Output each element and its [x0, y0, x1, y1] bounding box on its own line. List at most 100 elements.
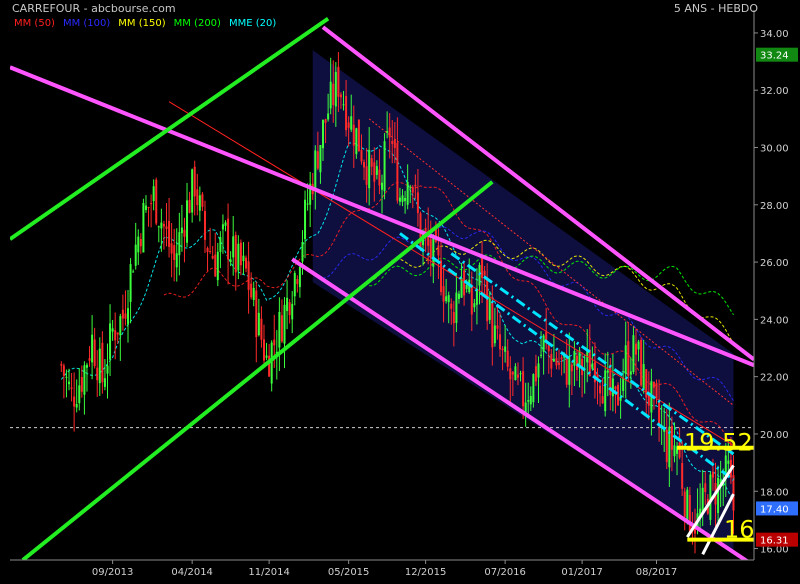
candle-body — [355, 128, 358, 155]
candle-body — [85, 364, 88, 368]
candle-body — [337, 66, 340, 97]
candle-body — [168, 220, 171, 247]
candle-body — [363, 161, 366, 168]
candle-body — [642, 364, 645, 390]
candle-body — [80, 377, 83, 392]
candle-body — [529, 395, 532, 405]
candle-body — [717, 477, 720, 514]
candle-body — [457, 293, 460, 300]
candle-body — [119, 316, 122, 336]
candle-body — [547, 345, 550, 352]
candle-body — [324, 119, 327, 123]
candle-body — [673, 445, 676, 457]
candle-body — [483, 270, 486, 276]
candle-body — [101, 342, 104, 383]
candle-body — [191, 169, 194, 213]
y-tick-label: 28.00 — [760, 201, 789, 212]
candle-body — [709, 474, 712, 520]
candle-body — [152, 186, 155, 202]
candle-body — [188, 199, 191, 213]
candle-body — [350, 116, 353, 130]
candle-body — [88, 358, 91, 361]
candle-body — [404, 197, 407, 202]
candle-body — [499, 334, 502, 350]
candle-body — [414, 184, 417, 187]
candle-body — [440, 260, 443, 293]
candle-body — [540, 354, 543, 356]
candle-body — [658, 402, 661, 424]
candle-body — [306, 203, 309, 205]
candle-body — [727, 460, 730, 464]
candle-body — [247, 261, 250, 290]
price-badge-label: 33.24 — [760, 51, 789, 62]
candle-body — [111, 328, 114, 332]
candle-body — [509, 368, 512, 380]
candle-body — [688, 494, 691, 532]
candle-body — [396, 142, 399, 201]
candle-body — [665, 429, 668, 463]
candle-body — [368, 149, 371, 189]
candle-body — [516, 374, 519, 378]
candle-body — [678, 442, 681, 458]
y-tick-label: 34.00 — [760, 29, 789, 40]
candle-body — [599, 385, 602, 394]
candle-body — [127, 308, 130, 325]
candle-body — [347, 122, 350, 128]
candle-body — [373, 162, 376, 182]
y-tick-label: 32.00 — [760, 86, 789, 97]
candle-body — [611, 378, 614, 397]
candle-body — [493, 325, 496, 344]
candle-body — [555, 358, 558, 366]
candle-body — [522, 371, 525, 407]
candle-body — [329, 81, 332, 109]
candle-body — [624, 345, 627, 374]
candle-body — [617, 384, 620, 406]
candle-body — [203, 211, 206, 240]
candle-body — [132, 271, 135, 273]
candle-body — [501, 348, 504, 351]
x-tick-label: 12/2015 — [405, 567, 447, 578]
candle-body — [537, 363, 540, 378]
candle-body — [504, 346, 507, 352]
candle-body — [198, 195, 201, 211]
candle-body — [365, 166, 368, 185]
x-tick-label: 04/2014 — [171, 567, 213, 578]
candle-body — [406, 182, 409, 205]
candle-body — [316, 151, 319, 169]
candle-body — [606, 370, 609, 373]
candle-body — [129, 264, 132, 302]
candle-body — [640, 339, 643, 386]
candle-body — [519, 373, 522, 375]
candle-body — [342, 104, 345, 106]
candle-body — [211, 255, 214, 259]
candle-body — [178, 232, 181, 256]
candle-body — [496, 325, 499, 329]
candle-body — [162, 223, 165, 227]
candle-body — [209, 251, 212, 253]
candle-body — [150, 203, 153, 205]
candle-body — [511, 371, 514, 375]
candle-body — [103, 378, 106, 387]
candle-body — [157, 226, 160, 228]
chart-title: CARREFOUR - abcbourse.com — [12, 2, 176, 15]
candle-body — [470, 286, 473, 315]
candle-body — [481, 257, 484, 279]
y-tick-label: 24.00 — [760, 315, 789, 326]
candle-body — [121, 309, 124, 319]
candle-body — [445, 296, 448, 302]
candle-body — [319, 145, 322, 173]
candle-body — [491, 301, 494, 348]
candle-body — [332, 83, 335, 106]
candle-body — [601, 396, 604, 404]
candle-body — [591, 363, 594, 369]
candle-body — [506, 350, 509, 367]
candle-body — [73, 396, 76, 407]
candle-body — [637, 341, 640, 350]
x-tick-label: 09/2013 — [92, 567, 134, 578]
candle-body — [545, 331, 548, 341]
candle-body — [701, 487, 704, 512]
candle-body — [286, 297, 289, 311]
candle-body — [147, 207, 150, 209]
candle-body — [614, 386, 617, 390]
candle-body — [711, 471, 714, 478]
